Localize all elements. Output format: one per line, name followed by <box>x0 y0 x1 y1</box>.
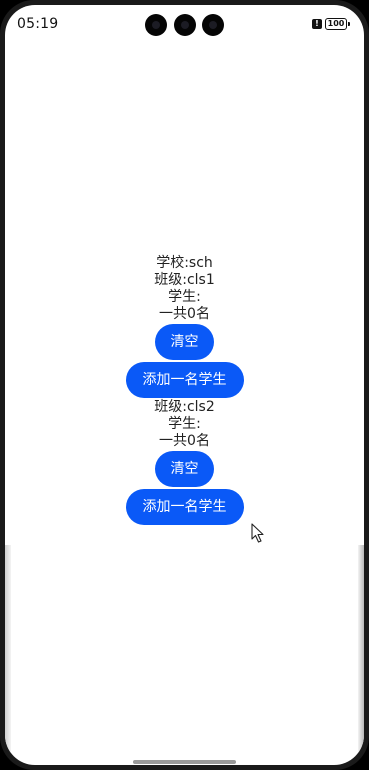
student-count: 一共0名 <box>159 433 210 449</box>
student-count: 一共0名 <box>159 306 210 322</box>
battery-icon: 100 <box>325 18 350 30</box>
class-label: 班级:cls2 <box>154 399 215 415</box>
clear-button[interactable]: 清空 <box>155 451 214 487</box>
school-panel: 学校:sch 班级:cls1 学生: 一共0名 清空 添加一名学生 班级:cls… <box>5 255 364 526</box>
students-label: 学生: <box>168 289 201 305</box>
clear-button[interactable]: 清空 <box>155 324 214 360</box>
school-label: 学校:sch <box>156 255 213 271</box>
status-bar: 05:19 ! 100 <box>5 5 364 41</box>
camera-icon <box>174 14 196 36</box>
device-frame: 05:19 ! 100 学校:sch 班级:cls1 学生: 一共0名 清空 添… <box>0 0 369 770</box>
students-label: 学生: <box>168 416 201 432</box>
home-indicator[interactable] <box>133 760 236 764</box>
alert-icon: ! <box>312 19 322 29</box>
add-student-button[interactable]: 添加一名学生 <box>125 489 244 525</box>
camera-icon <box>145 14 167 36</box>
add-student-button[interactable]: 添加一名学生 <box>125 362 244 398</box>
mouse-pointer-icon <box>251 523 264 543</box>
status-time: 05:19 <box>17 16 59 32</box>
screen-edge <box>358 545 364 765</box>
app-screen: 05:19 ! 100 学校:sch 班级:cls1 学生: 一共0名 清空 添… <box>5 5 364 765</box>
class-label: 班级:cls1 <box>154 272 215 288</box>
camera-icon <box>202 14 224 36</box>
screen-edge <box>5 545 11 765</box>
